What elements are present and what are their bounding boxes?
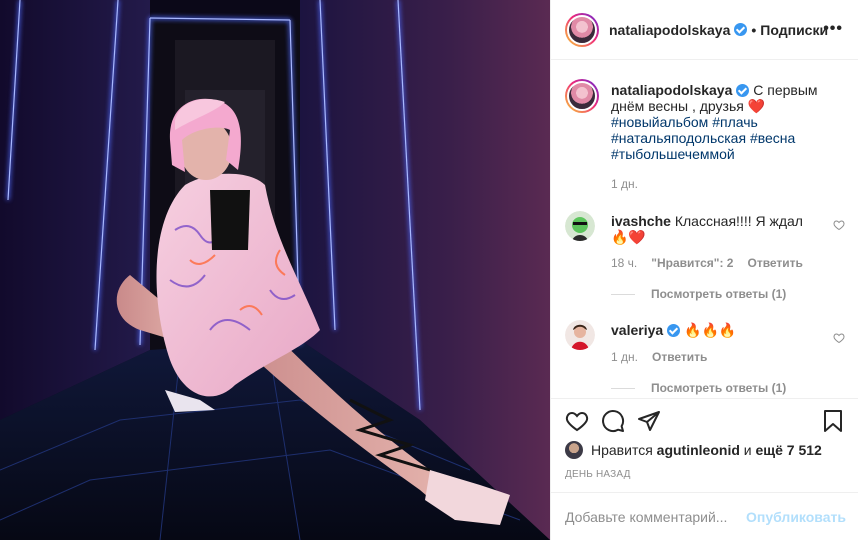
replies-divider bbox=[611, 387, 635, 389]
heart-icon[interactable] bbox=[565, 409, 589, 433]
more-icon[interactable]: ••• bbox=[823, 20, 843, 38]
comment-meta: 1 дн. Ответить bbox=[611, 350, 707, 364]
liker-username[interactable]: agutinleonid bbox=[657, 442, 740, 458]
comment-meta: 18 ч. "Нравится": 2 Ответить bbox=[611, 256, 803, 270]
publish-button[interactable]: Опубликовать bbox=[746, 509, 846, 525]
reply-button[interactable]: Ответить bbox=[652, 350, 707, 364]
view-replies-button[interactable]: Посмотреть ответы (1) bbox=[611, 381, 786, 395]
hashtag-link[interactable]: #натальяподольская bbox=[611, 130, 746, 146]
view-replies-label: Посмотреть ответы (1) bbox=[651, 381, 787, 395]
comment-author[interactable]: valeriya bbox=[611, 322, 663, 338]
likes-count[interactable]: ещё 7 512 bbox=[756, 442, 822, 458]
comment-icon[interactable] bbox=[601, 409, 625, 433]
caption-author[interactable]: nataliapodolskaya bbox=[611, 82, 732, 98]
share-icon[interactable] bbox=[637, 409, 661, 433]
author-username[interactable]: nataliapodolskaya bbox=[609, 22, 730, 38]
liker-avatar[interactable] bbox=[565, 441, 583, 459]
hashtag-link[interactable]: #плачь bbox=[712, 114, 758, 130]
commenter-avatar[interactable] bbox=[565, 211, 595, 241]
hashtag-link[interactable]: #весна bbox=[750, 130, 795, 146]
author-avatar[interactable] bbox=[565, 12, 599, 47]
bookmark-icon[interactable] bbox=[821, 409, 845, 433]
comment-body: 🔥🔥🔥 bbox=[684, 322, 737, 338]
verified-icon bbox=[734, 23, 748, 36]
verified-icon bbox=[667, 324, 681, 337]
commenter-avatar[interactable] bbox=[565, 320, 595, 350]
comment-age[interactable]: 1 дн. bbox=[611, 350, 638, 364]
action-bar bbox=[551, 398, 858, 442]
post-header: nataliapodolskaya • Подписки ••• bbox=[551, 0, 858, 60]
post-side-panel: nataliapodolskaya • Подписки ••• natalia… bbox=[550, 0, 858, 540]
likes-prefix: Нравится bbox=[591, 442, 653, 458]
caption-text: nataliapodolskaya С первым днём весны , … bbox=[611, 82, 845, 162]
post-photo[interactable] bbox=[0, 0, 550, 540]
comment-age[interactable]: 18 ч. bbox=[611, 256, 637, 270]
likes-and: и bbox=[743, 442, 752, 458]
view-replies-label: Посмотреть ответы (1) bbox=[651, 287, 787, 301]
caption-avatar[interactable] bbox=[565, 79, 599, 113]
comment-text: valeriya 🔥🔥🔥 bbox=[611, 322, 823, 338]
photo-illustration bbox=[0, 0, 550, 540]
comment-author[interactable]: ivashche bbox=[611, 213, 671, 229]
hashtag-link[interactable]: #новыйальбом bbox=[611, 114, 708, 130]
comment-item: ivashche Классная!!!! Я ждал 🔥❤️ 18 ч. "Н… bbox=[565, 211, 845, 301]
reply-button[interactable]: Ответить bbox=[747, 256, 802, 270]
comment-like-icon[interactable] bbox=[833, 332, 845, 344]
following-button[interactable]: Подписки bbox=[760, 22, 828, 38]
view-replies-button[interactable]: Посмотреть ответы (1) bbox=[611, 287, 786, 301]
comment-item: valeriya 🔥🔥🔥 1 дн. Ответить Посмотреть от… bbox=[565, 320, 845, 398]
comment-input[interactable] bbox=[565, 508, 746, 525]
caption: nataliapodolskaya С первым днём весны , … bbox=[565, 79, 845, 199]
verified-icon bbox=[736, 84, 750, 97]
comment-text: ivashche Классная!!!! Я ждал 🔥❤️ bbox=[611, 213, 823, 245]
comment-like-icon[interactable] bbox=[833, 219, 845, 231]
replies-divider bbox=[611, 293, 635, 295]
likes-summary: Нравится agutinleonid и ещё 7 512 bbox=[565, 441, 822, 459]
add-comment-bar: Опубликовать bbox=[551, 492, 858, 540]
post-date[interactable]: ДЕНЬ НАЗАД bbox=[565, 469, 631, 480]
separator-dot: • bbox=[751, 21, 757, 38]
caption-age[interactable]: 1 дн. bbox=[611, 177, 638, 191]
comments-list[interactable]: nataliapodolskaya С первым днём весны , … bbox=[551, 61, 858, 398]
comment-likes[interactable]: "Нравится": 2 bbox=[651, 256, 733, 270]
hashtag-link[interactable]: #тыбольшечеммой bbox=[611, 146, 735, 162]
